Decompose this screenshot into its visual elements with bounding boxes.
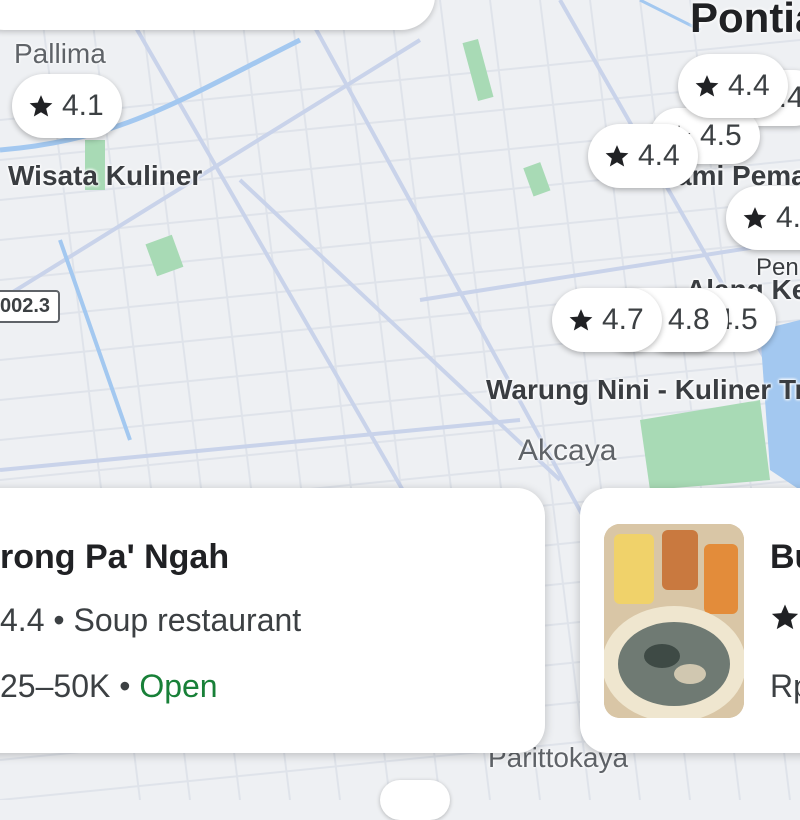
star-icon [605,145,629,167]
city-label: Pontia [690,0,800,41]
place-card[interactable]: Bu Rp [580,488,800,753]
pin-rating: 4.7 [602,303,644,336]
search-panel[interactable] [0,0,435,30]
star-icon [695,75,719,97]
area-label-pallima: Pallima [14,38,106,69]
pin-rating: 4.1 [62,89,104,122]
route-shield: 002.3 [0,290,61,323]
place-card-price: 25–50K • [0,668,131,704]
bottom-handle[interactable] [380,780,450,820]
star-icon [771,604,799,630]
place-label-warung-nini[interactable]: Warung Nini - Kuliner Tr.. [486,374,800,406]
place-card-rating-category: 4.4 • Soup restaurant [0,602,302,638]
rating-pin[interactable]: 4.4 [678,54,788,118]
rating-pin[interactable]: 4.1 [12,74,122,138]
place-card-open-status: Open [139,668,218,704]
pin-rating: 4.5 [776,201,800,234]
star-icon [743,207,767,229]
pin-rating: 4.8 [668,303,710,336]
rating-pin[interactable]: 4.5 [726,186,800,250]
star-icon [569,309,593,331]
place-card-title: rong Pa' Ngah [0,538,230,576]
star-icon [29,95,53,117]
pin-rating: 4.4 [638,139,680,172]
place-card-price-status: 25–50K • Open [0,668,218,705]
pin-rating: 4.5 [700,119,742,152]
place-card-photo [604,524,744,718]
place-card[interactable]: rong Pa' Ngah 4.4 • Soup restaurant 25–5… [0,488,545,753]
place-label-wisata-kuliner[interactable]: Wisata Kuliner [8,160,202,192]
rating-pin[interactable]: 4.7 [552,288,662,352]
rating-pin[interactable]: 4.4 [588,124,698,188]
place-card-price: Rp [770,668,800,704]
area-label-akcaya: Akcaya [518,434,617,467]
place-card-title: Bu [770,538,800,576]
pin-rating: 4.4 [728,69,770,102]
